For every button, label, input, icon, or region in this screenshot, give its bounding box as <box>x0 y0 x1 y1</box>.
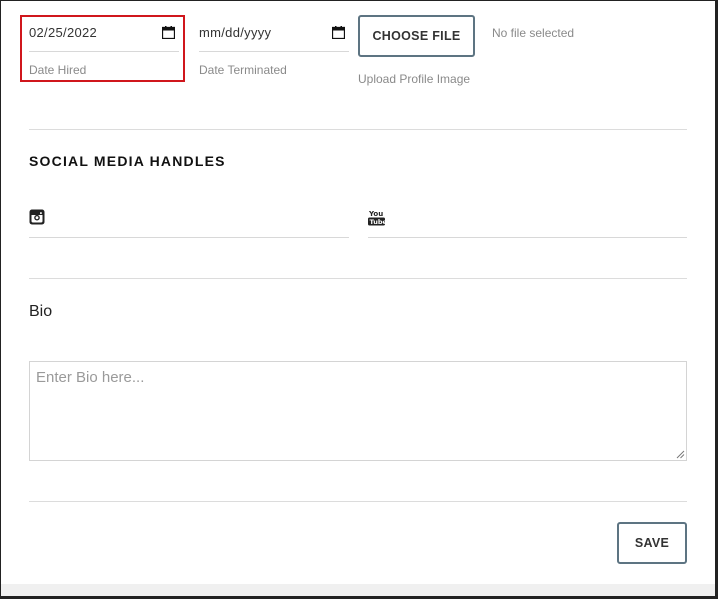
file-status: No file selected <box>492 26 575 40</box>
instagram-icon <box>29 209 45 225</box>
bio-textarea[interactable] <box>29 361 687 461</box>
date-terminated-input[interactable]: mm/dd/yyyy <box>199 14 349 52</box>
youtube-icon: You Tube <box>368 210 386 226</box>
save-button[interactable]: SAVE <box>617 522 687 564</box>
svg-text:Tube: Tube <box>370 218 386 226</box>
resize-grip-icon[interactable] <box>676 450 685 459</box>
youtube-handle-input[interactable]: You Tube <box>368 205 687 238</box>
divider <box>29 278 687 279</box>
bio-label: Bio <box>29 303 53 320</box>
svg-text:You: You <box>368 210 383 218</box>
calendar-icon[interactable] <box>332 26 345 39</box>
instagram-handle-input[interactable] <box>29 205 349 238</box>
social-media-title: SOCIAL MEDIA HANDLES <box>29 153 226 169</box>
date-terminated-value: mm/dd/yyyy <box>199 25 272 40</box>
choose-file-button[interactable]: CHOOSE FILE <box>358 15 475 57</box>
divider <box>29 129 687 130</box>
window-frame <box>0 0 718 599</box>
divider <box>29 501 687 502</box>
focus-highlight <box>20 15 185 82</box>
date-terminated-label: Date Terminated <box>199 63 287 77</box>
bottom-shade <box>1 584 715 596</box>
upload-profile-image-label: Upload Profile Image <box>358 72 471 86</box>
